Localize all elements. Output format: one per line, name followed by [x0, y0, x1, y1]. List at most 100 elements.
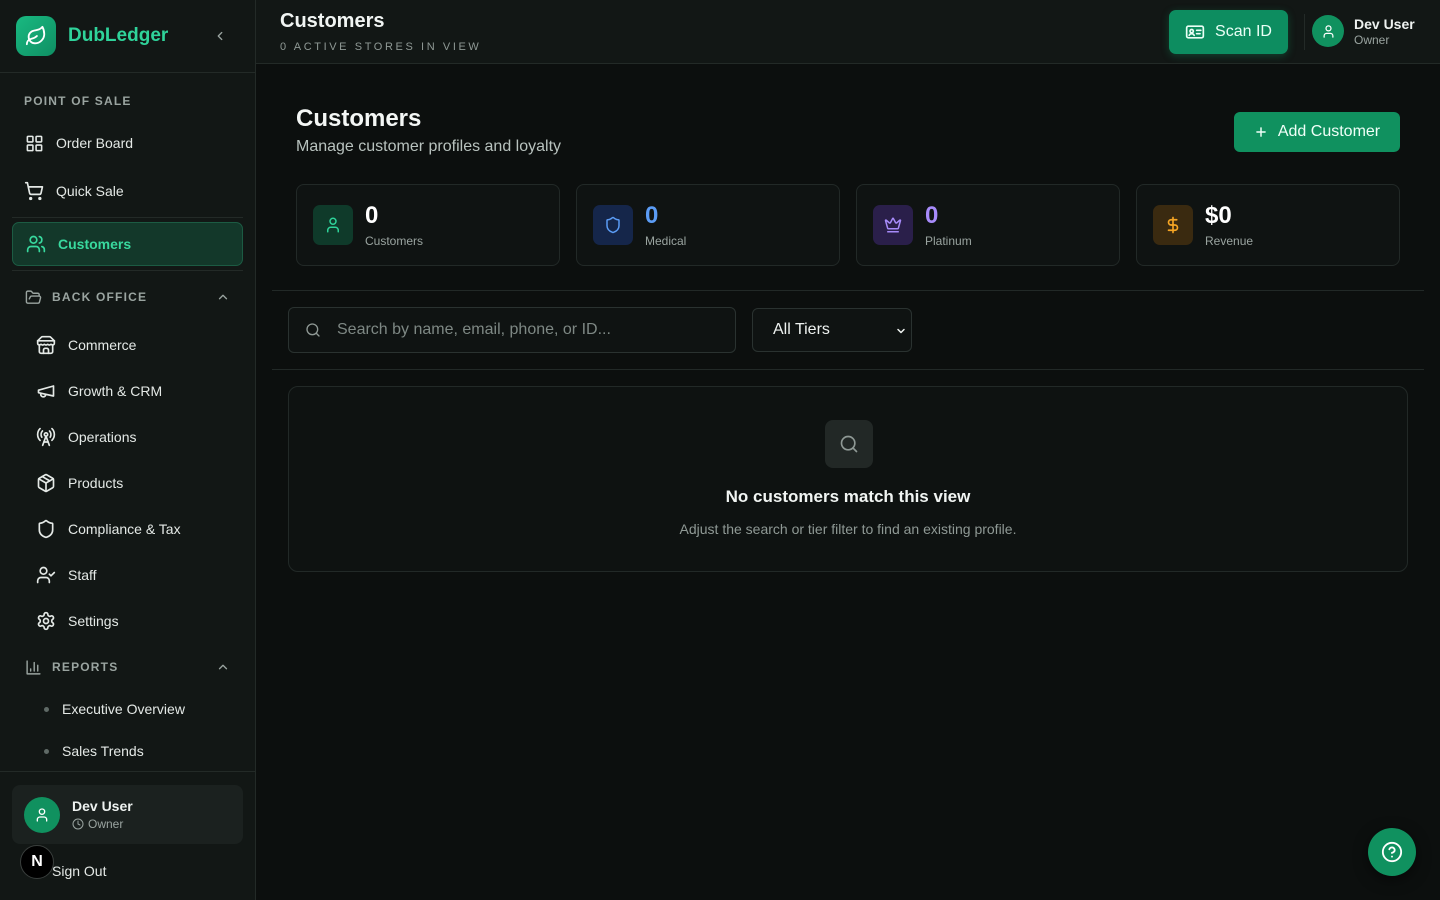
users-icon — [26, 234, 46, 254]
sidebar-item-sales-trends[interactable]: Sales Trends — [44, 743, 144, 759]
header-user-name: Dev User — [1354, 15, 1415, 32]
group-label: BACK OFFICE — [52, 290, 148, 304]
brand-header: DubLedger — [0, 0, 255, 73]
search-input[interactable] — [337, 321, 717, 339]
stat-value: $0 — [1205, 202, 1232, 229]
header-subtitle: 0 ACTIVE STORES IN VIEW — [280, 41, 482, 53]
stat-value: 0 — [925, 202, 939, 229]
group-label: REPORTS — [52, 660, 119, 674]
sidebar-item-executive-overview[interactable]: Executive Overview — [44, 701, 185, 717]
user-role: Owner — [72, 817, 133, 831]
sidebar: DubLedger POINT OF SALE Order Board Quic… — [0, 0, 256, 900]
sidebar-item-customers[interactable]: Customers — [12, 222, 243, 266]
sidebar-item-label: Customers — [58, 236, 132, 252]
header-title: Customers — [280, 10, 385, 32]
sidebar-item-label: Commerce — [68, 337, 137, 353]
user-icon — [313, 205, 353, 245]
chevron-up-icon[interactable] — [216, 660, 230, 674]
bar-chart-icon — [24, 658, 42, 676]
header-user-menu[interactable]: Dev User Owner — [1312, 15, 1415, 47]
stat-label: Revenue — [1205, 234, 1254, 248]
page-subtitle: Manage customer profiles and loyalty — [296, 138, 562, 155]
sidebar-item-staff[interactable]: Staff — [36, 564, 97, 586]
help-circle-icon — [1381, 841, 1403, 863]
sidebar-item-label: Executive Overview — [62, 701, 185, 717]
folder-open-icon — [24, 288, 42, 306]
sidebar-item-settings[interactable]: Settings — [36, 610, 119, 632]
brand-name: DubLedger — [68, 25, 169, 46]
stat-label: Platinum — [925, 234, 972, 248]
user-card[interactable]: Dev User Owner — [12, 785, 243, 844]
avatar — [1312, 15, 1344, 47]
user-icon — [36, 807, 48, 822]
collapse-sidebar-button[interactable] — [210, 26, 230, 46]
sign-out-button[interactable]: Sign Out — [52, 863, 106, 879]
divider — [12, 217, 243, 218]
sidebar-item-operations[interactable]: Operations — [36, 426, 136, 448]
divider — [12, 270, 243, 271]
divider — [272, 369, 1424, 370]
stat-label: Medical — [645, 234, 687, 248]
plus-icon — [1254, 125, 1268, 139]
top-bar: Customers 0 ACTIVE STORES IN VIEW Scan I… — [256, 0, 1440, 64]
chevron-up-icon[interactable] — [216, 290, 230, 304]
section-label-pos: POINT OF SALE — [24, 94, 132, 108]
search-icon — [825, 420, 873, 468]
sidebar-item-label: Settings — [68, 613, 119, 629]
user-check-icon — [36, 565, 56, 585]
user-role-label: Owner — [88, 817, 124, 831]
chevron-down-icon — [897, 328, 905, 334]
sidebar-item-quick-sale[interactable]: Quick Sale — [24, 180, 124, 202]
user-name: Dev User — [72, 798, 133, 814]
clock-icon — [72, 818, 84, 830]
scan-id-button[interactable]: Scan ID — [1169, 10, 1288, 54]
sidebar-item-label: Order Board — [56, 135, 134, 151]
group-back-office[interactable]: BACK OFFICE — [24, 288, 147, 306]
dev-tools-badge[interactable]: N — [20, 845, 54, 879]
scan-id-label: Scan ID — [1215, 23, 1272, 40]
stat-card-revenue: $0 Revenue — [1136, 184, 1400, 266]
sidebar-item-label: Sales Trends — [62, 743, 144, 759]
megaphone-icon — [36, 381, 56, 401]
package-icon — [36, 473, 56, 493]
radio-tower-icon — [36, 427, 56, 447]
dollar-icon — [1153, 205, 1193, 245]
bullet-dot — [44, 748, 49, 754]
leaf-logo-icon[interactable] — [16, 16, 56, 56]
sidebar-item-label: Staff — [68, 567, 97, 583]
cart-icon — [24, 181, 44, 201]
shield-icon — [593, 205, 633, 245]
crown-icon — [873, 205, 913, 245]
stat-card-medical: 0 Medical — [576, 184, 840, 266]
stat-value: 0 — [645, 202, 659, 229]
bullet-dot — [44, 706, 49, 712]
sidebar-item-order-board[interactable]: Order Board — [24, 132, 133, 154]
sidebar-item-commerce[interactable]: Commerce — [36, 334, 136, 356]
stat-card-customers: 0 Customers — [296, 184, 560, 266]
user-icon — [1323, 24, 1333, 38]
empty-state-subtitle: Adjust the search or tier filter to find… — [679, 521, 1017, 537]
tier-filter-select[interactable]: All Tiers — [752, 308, 912, 352]
page-title: Customers — [296, 105, 422, 132]
sidebar-item-label: Compliance & Tax — [68, 521, 181, 537]
search-box — [288, 307, 736, 353]
store-icon — [36, 335, 56, 355]
sidebar-item-compliance-tax[interactable]: Compliance & Tax — [36, 518, 181, 540]
group-reports[interactable]: REPORTS — [24, 658, 118, 676]
sidebar-item-label: Growth & CRM — [68, 383, 163, 399]
sidebar-item-growth-crm[interactable]: Growth & CRM — [36, 380, 162, 402]
sidebar-item-products[interactable]: Products — [36, 472, 123, 494]
id-card-icon — [1185, 22, 1205, 42]
header-user-role: Owner — [1354, 32, 1390, 47]
help-button[interactable] — [1368, 828, 1416, 876]
sidebar-item-label: Quick Sale — [56, 183, 124, 199]
stat-label: Customers — [365, 234, 424, 248]
add-customer-label: Add Customer — [1277, 123, 1381, 140]
shield-icon — [36, 519, 56, 539]
sidebar-item-label: Operations — [68, 429, 137, 445]
add-customer-button[interactable]: Add Customer — [1234, 112, 1400, 152]
sidebar-item-label: Products — [68, 475, 124, 491]
sidebar-user-block: Dev User Owner Sign Out — [0, 771, 255, 900]
search-icon — [306, 323, 320, 337]
grid-icon — [24, 133, 44, 153]
